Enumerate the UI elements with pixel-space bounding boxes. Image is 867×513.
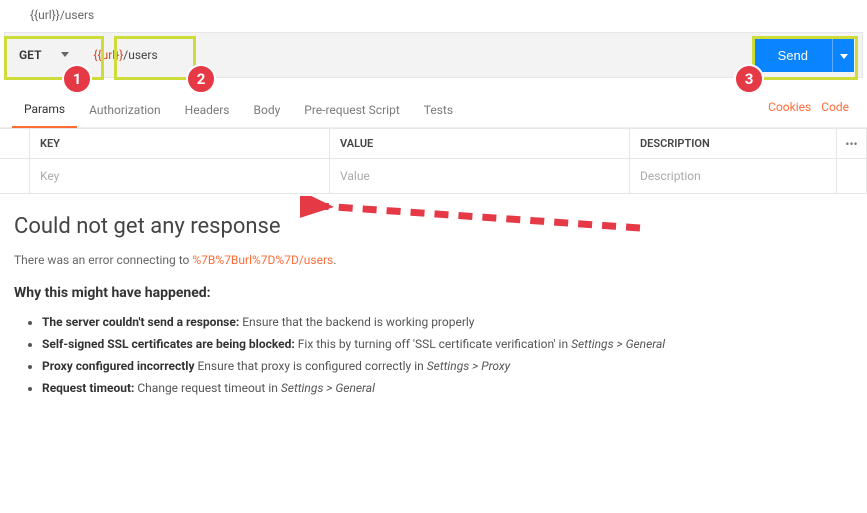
- reason-path: Settings > Proxy: [427, 359, 510, 373]
- error-why-heading: Why this might have happened:: [14, 285, 853, 301]
- description-input[interactable]: Description: [630, 159, 836, 193]
- tabs-row: Params Authorization Headers Body Pre-re…: [0, 78, 867, 128]
- reason-text: Change request timeout in: [134, 381, 280, 395]
- more-icon[interactable]: •••: [836, 129, 866, 158]
- chevron-down-icon: [61, 52, 69, 58]
- grid-spacer: [0, 159, 30, 193]
- method-selector[interactable]: GET: [5, 33, 81, 77]
- reason-server: The server couldn't send a response: Ens…: [42, 311, 853, 333]
- col-key: KEY: [30, 129, 330, 158]
- chevron-down-icon: [840, 48, 848, 63]
- reason-text: Fix this by turning off 'SSL certificate…: [295, 337, 571, 351]
- reason-text: Ensure that the backend is working prope…: [239, 315, 474, 329]
- params-grid-row[interactable]: Key Value Description: [0, 159, 867, 194]
- key-input[interactable]: Key: [30, 159, 330, 193]
- grid-spacer: [0, 129, 30, 158]
- tab-body[interactable]: Body: [242, 95, 293, 127]
- tab-headers[interactable]: Headers: [173, 95, 242, 127]
- send-cell: Send: [746, 33, 862, 77]
- col-value: VALUE: [330, 129, 630, 158]
- reason-bold: Self-signed SSL certificates are being b…: [42, 337, 295, 351]
- reason-bold: The server couldn't send a response:: [42, 315, 239, 329]
- error-title: Could not get any response: [14, 214, 853, 239]
- reason-path: Settings > General: [571, 337, 665, 351]
- error-url: %7B%7Burl%7D%7D/users: [192, 253, 333, 267]
- tab-params[interactable]: Params: [12, 94, 77, 128]
- row-more: [836, 159, 866, 193]
- cookies-link[interactable]: Cookies: [768, 100, 811, 114]
- error-subtext: There was an error connecting to %7B%7Bu…: [14, 253, 853, 267]
- request-row: GET {{url}}/users Send: [4, 32, 863, 78]
- reason-ssl: Self-signed SSL certificates are being b…: [42, 333, 853, 355]
- tabs-right: Cookies Code: [768, 100, 855, 122]
- reason-bold: Proxy configured incorrectly: [42, 359, 195, 373]
- reason-timeout: Request timeout: Change request timeout …: [42, 377, 853, 399]
- reason-text: Ensure that proxy is configured correctl…: [195, 359, 427, 373]
- reason-proxy: Proxy configured incorrectly Ensure that…: [42, 355, 853, 377]
- reason-path: Settings > General: [281, 381, 375, 395]
- request-url-display: {{url}}/users: [0, 0, 867, 32]
- reason-bold: Request timeout:: [42, 381, 134, 395]
- tab-prerequest[interactable]: Pre-request Script: [292, 95, 411, 127]
- params-grid-header: KEY VALUE DESCRIPTION •••: [0, 128, 867, 159]
- error-prefix: There was an error connecting to: [14, 253, 192, 267]
- url-path: /users: [123, 48, 157, 62]
- method-label: GET: [19, 48, 41, 62]
- code-link[interactable]: Code: [821, 100, 849, 114]
- col-description: DESCRIPTION: [630, 129, 836, 158]
- send-button[interactable]: Send: [754, 38, 832, 72]
- url-variable: {{url}}: [93, 48, 123, 62]
- error-dot: .: [333, 253, 336, 267]
- error-reasons: The server couldn't send a response: Ens…: [14, 311, 853, 399]
- tab-authorization[interactable]: Authorization: [77, 95, 173, 127]
- response-area: Could not get any response There was an …: [0, 194, 867, 399]
- url-input[interactable]: {{url}}/users: [81, 33, 745, 77]
- value-input[interactable]: Value: [330, 159, 630, 193]
- tab-tests[interactable]: Tests: [412, 95, 465, 127]
- send-dropdown-button[interactable]: [832, 38, 854, 72]
